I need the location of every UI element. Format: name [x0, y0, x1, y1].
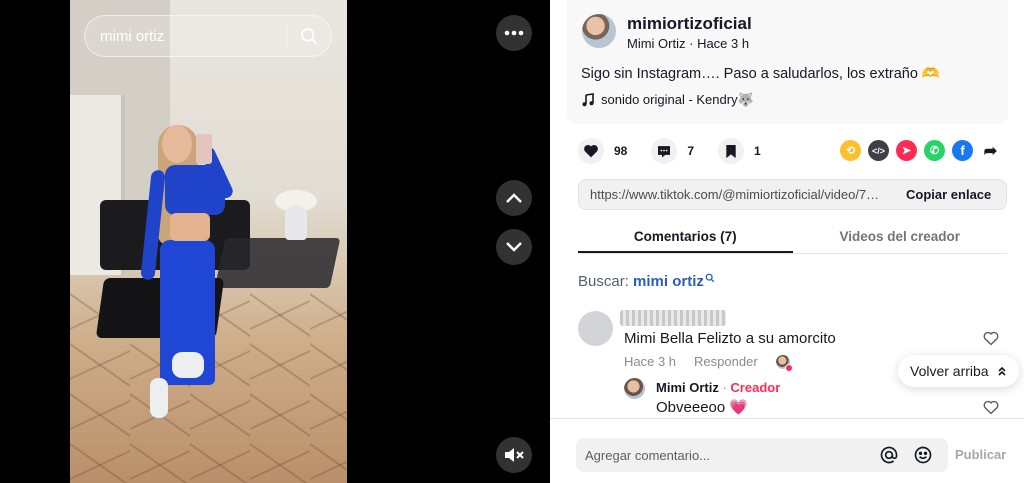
search-label: Buscar:: [578, 273, 634, 290]
search-icon: [705, 273, 715, 283]
video-person-phone: [196, 134, 212, 164]
post-time: Hace 3 h: [697, 36, 750, 51]
comment-meta: Hace 3 h Responder: [624, 354, 793, 372]
search-icon: [301, 28, 318, 45]
search-query-link[interactable]: mimi ortiz: [633, 273, 704, 290]
comment-action[interactable]: 7: [651, 138, 694, 164]
commenter-avatar[interactable]: [578, 311, 613, 346]
tab-creator-videos[interactable]: Videos del creador: [793, 220, 1008, 253]
comment-time: Hace 3 h: [624, 354, 677, 369]
bookmark-icon[interactable]: [718, 138, 745, 164]
video-person-shoe: [150, 378, 168, 418]
music-note-icon: [582, 93, 594, 107]
creator-liked-avatar: [775, 354, 793, 372]
reply-text: Obveeeoo 💗: [656, 399, 749, 416]
creator-badge: Creador: [730, 380, 781, 395]
search-button[interactable]: [287, 15, 331, 57]
comment-input[interactable]: Agregar comentario...: [576, 438, 948, 472]
share-icons: ⟲ </> ➤ ✆ f ➦: [840, 140, 1001, 161]
search-bar[interactable]: mimi ortiz: [84, 15, 332, 57]
embed-icon[interactable]: </>: [868, 140, 889, 161]
double-chevron-up-icon: [998, 366, 1006, 376]
video-table: [214, 238, 341, 288]
comment-search-suggestion[interactable]: Buscar: mimi ortiz: [578, 273, 715, 290]
video-person-shoe: [172, 352, 204, 378]
back-to-top-label: Volver arriba: [910, 363, 989, 379]
reply-like-icon[interactable]: [983, 400, 999, 415]
tab-comments[interactable]: Comentarios (7): [578, 220, 793, 253]
comment-like-icon[interactable]: [983, 331, 999, 346]
post-info-card: mimiortizoficial Mimi Ortiz · Hace 3 h S…: [567, 0, 1008, 124]
comment-count: 7: [687, 144, 695, 158]
copy-link-button[interactable]: Copiar enlace: [906, 187, 991, 202]
tabs: Comentarios (7) Videos del creador: [578, 220, 1007, 254]
share-arrow-icon[interactable]: ➦: [980, 140, 1001, 161]
heart-icon[interactable]: [578, 138, 604, 164]
video-url[interactable]: https://www.tiktok.com/@mimiortizoficial…: [579, 187, 884, 202]
author-avatar[interactable]: [582, 14, 616, 48]
author-username[interactable]: mimiortizoficial: [627, 14, 752, 34]
post-comment-button[interactable]: Publicar: [955, 447, 1006, 462]
mute-button[interactable]: [496, 437, 532, 473]
author-subline: Mimi Ortiz · Hace 3 h: [627, 36, 749, 51]
details-panel: mimiortizoficial Mimi Ortiz · Hace 3 h S…: [550, 0, 1024, 483]
sound-link[interactable]: sonido original - Kendry🐺: [581, 92, 754, 108]
previous-video-button[interactable]: [496, 180, 532, 216]
comment-icon[interactable]: [651, 138, 678, 164]
mention-icon[interactable]: [879, 445, 899, 465]
facebook-icon[interactable]: f: [952, 140, 973, 161]
send-icon[interactable]: ➤: [896, 140, 917, 161]
video-pane: mimi ortiz: [0, 0, 550, 483]
chevron-down-icon: [506, 242, 522, 252]
reply-author-name[interactable]: Mimi Ortiz: [656, 380, 719, 395]
search-input[interactable]: mimi ortiz: [85, 28, 286, 45]
video-vase: [285, 205, 307, 240]
save-action[interactable]: 1: [718, 138, 761, 164]
separator: ·: [685, 36, 698, 51]
back-to-top-button[interactable]: Volver arriba: [898, 355, 1019, 387]
save-count: 1: [754, 144, 761, 158]
action-bar: 98 7 1: [578, 137, 785, 165]
next-video-button[interactable]: [496, 229, 532, 265]
more-options-button[interactable]: [496, 15, 532, 51]
video-person-belly: [170, 213, 210, 241]
reply-button[interactable]: Responder: [694, 354, 758, 369]
commenter-username-redacted: [620, 310, 726, 326]
heart-badge-icon: [784, 363, 793, 372]
repost-icon[interactable]: ⟲: [840, 140, 861, 161]
comment-composer: Agregar comentario... Publicar: [550, 418, 1024, 483]
video-person-head: [162, 125, 192, 163]
reply-author: Mimi Ortiz · Creador: [656, 380, 780, 395]
sound-label: sonido original - Kendry🐺: [601, 92, 754, 107]
comment-placeholder[interactable]: Agregar comentario...: [576, 448, 879, 463]
mute-icon: [505, 448, 524, 462]
chevron-up-icon: [506, 193, 522, 203]
author-display-name: Mimi Ortiz: [627, 36, 686, 51]
video-frame[interactable]: [70, 0, 347, 483]
comment-text: Mimi Bella Felizto a su amorcito: [624, 330, 836, 347]
like-action[interactable]: 98: [578, 138, 627, 164]
creator-avatar[interactable]: [624, 378, 645, 399]
post-caption: Sigo sin Instagram…. Paso a saludarlos, …: [581, 66, 940, 82]
whatsapp-icon[interactable]: ✆: [924, 140, 945, 161]
like-count: 98: [614, 144, 628, 158]
separator: ·: [718, 380, 731, 395]
share-link-bar: https://www.tiktok.com/@mimiortizoficial…: [578, 179, 1007, 210]
emoji-icon[interactable]: [913, 445, 933, 465]
more-icon: [504, 30, 524, 36]
